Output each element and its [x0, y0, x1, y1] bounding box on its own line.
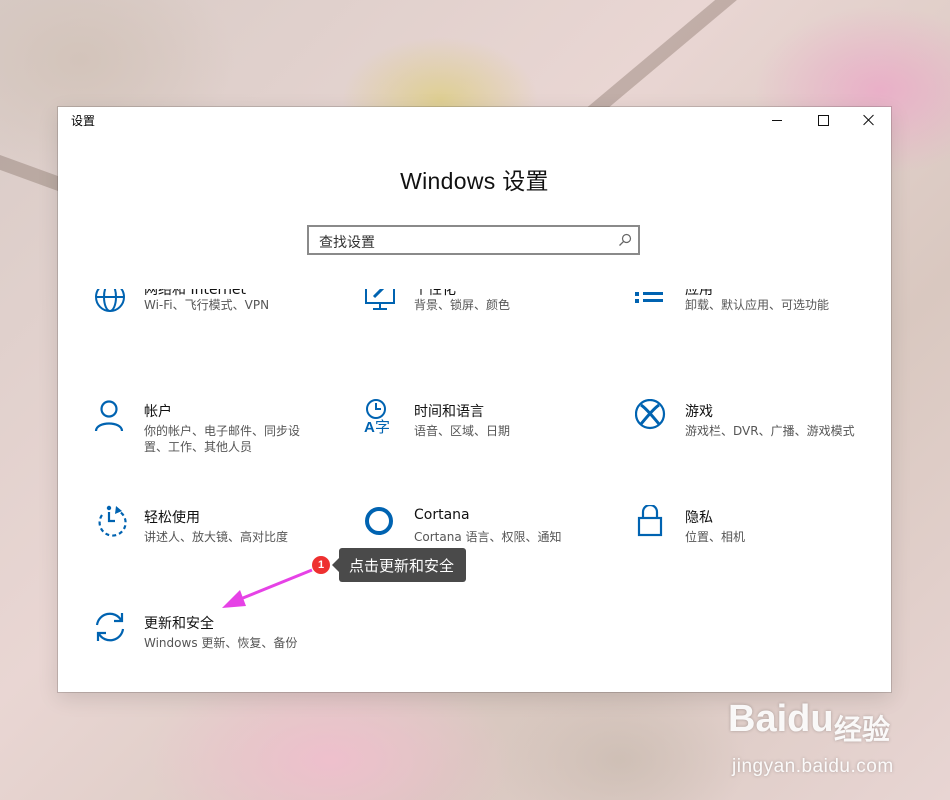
window-title: 设置: [71, 114, 96, 128]
person-icon: [94, 400, 124, 432]
tile-name: 轻松使用: [144, 510, 200, 526]
tile-ease-of-access[interactable]: 轻松使用 讲述人、放大镜、高对比度: [94, 505, 334, 575]
lock-icon: [637, 505, 663, 537]
svg-text:字: 字: [375, 418, 390, 436]
tile-apps[interactable]: 应用 卸载、默认应用、可选功能: [635, 289, 875, 365]
settings-window: 设置 Windows 设置 查找设置 网络和 Internet Wi-Fi、飞行…: [58, 107, 891, 692]
ease-of-access-icon: [98, 505, 127, 537]
close-button[interactable]: [846, 107, 891, 133]
tile-description: 讲述人、放大镜、高对比度: [144, 530, 289, 544]
tile-gaming[interactable]: 游戏 游戏栏、DVR、广播、游戏模式: [635, 399, 875, 469]
tile-time-language[interactable]: A 字 时间和语言 语音、区域、日期: [364, 399, 604, 469]
maximize-button[interactable]: [800, 107, 846, 133]
svg-text:A: A: [364, 419, 375, 436]
page-title: Windows 设置: [400, 168, 549, 194]
close-icon: [863, 114, 875, 126]
tile-description: 背景、锁屏、颜色: [414, 298, 511, 312]
tile-name: 时间和语言: [414, 404, 484, 420]
tile-description: Windows 更新、恢复、备份: [144, 636, 298, 650]
xbox-icon: [635, 399, 666, 430]
tile-personalization[interactable]: 个性化 背景、锁屏、颜色: [364, 289, 604, 365]
tile-name: 更新和安全: [144, 616, 214, 632]
globe-icon: [95, 289, 125, 312]
watermark-logo-suffix: 经验: [834, 713, 891, 746]
sync-icon: [95, 612, 125, 642]
watermark-url: jingyan.baidu.com: [732, 756, 894, 777]
step-badge: 1: [311, 555, 331, 575]
maximize-icon: [817, 114, 829, 126]
cortana-icon: [365, 507, 393, 535]
tile-description: Cortana 语言、权限、通知: [414, 530, 562, 544]
baidu-watermark: Baidu 经验 jingyan.baidu.com: [728, 698, 938, 788]
tile-name: 帐户: [144, 404, 172, 420]
background-branch: [581, 0, 759, 124]
tile-description: 你的帐户、电子邮件、同步设置、工作、其他人员: [144, 424, 301, 454]
watermark-logo: Baidu: [728, 698, 834, 740]
time-language-icon: A 字: [364, 399, 390, 436]
tile-accounts[interactable]: 帐户 你的帐户、电子邮件、同步设置、工作、其他人员: [94, 399, 334, 469]
tile-description: Wi-Fi、飞行模式、VPN: [144, 298, 270, 312]
tile-name: Cortana: [414, 507, 470, 523]
search-icon: [619, 233, 632, 246]
tile-description: 卸载、默认应用、可选功能: [685, 298, 830, 312]
tile-network[interactable]: 网络和 Internet Wi-Fi、飞行模式、VPN: [94, 289, 334, 365]
tile-name: 隐私: [685, 510, 713, 526]
tile-name: 游戏: [685, 404, 713, 420]
title-bar: 设置: [58, 107, 891, 133]
tile-description: 位置、相机: [685, 530, 746, 544]
search-input[interactable]: 查找设置: [307, 225, 640, 255]
minimize-button[interactable]: [754, 107, 800, 133]
tile-privacy[interactable]: 隐私 位置、相机: [635, 505, 875, 575]
personalization-icon: [365, 289, 395, 310]
tile-description: 游戏栏、DVR、广播、游戏模式: [685, 424, 855, 438]
settings-grid: 网络和 Internet Wi-Fi、飞行模式、VPN 个性化 背景、锁屏、颜色…: [58, 289, 891, 692]
search-placeholder: 查找设置: [319, 235, 375, 251]
apps-list-icon: [635, 292, 663, 303]
tile-description: 语音、区域、日期: [414, 424, 511, 438]
tile-update-security[interactable]: 更新和安全 Windows 更新、恢复、备份: [94, 611, 334, 681]
step-callout: 点击更新和安全: [331, 548, 467, 582]
minimize-icon: [772, 119, 782, 121]
